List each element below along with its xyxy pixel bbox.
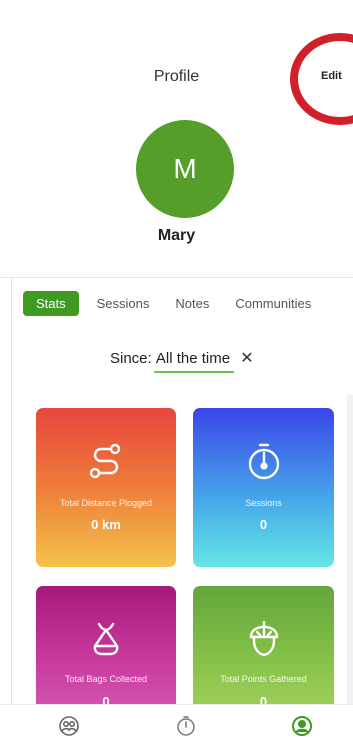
bag-icon <box>93 622 119 656</box>
route-icon <box>89 443 121 479</box>
community-icon[interactable] <box>58 715 80 737</box>
stopwatch-icon <box>248 443 279 480</box>
tab-communities[interactable]: Communities <box>235 296 311 311</box>
time-filter-prefix: Since: <box>110 350 152 367</box>
tab-stats[interactable]: Stats <box>23 290 79 316</box>
avatar: M <box>136 120 234 218</box>
stat-label: Sessions <box>245 498 282 508</box>
avatar-initial: M <box>173 153 197 184</box>
tab-sessions[interactable]: Sessions <box>97 296 150 311</box>
stat-value: 0 km <box>91 517 121 532</box>
stat-label: Total Distance Plogged <box>59 498 153 508</box>
profile-header: Profile Edit M Mary <box>0 0 353 278</box>
stat-card-points[interactable]: Total Points Gathered 0 <box>193 586 334 716</box>
profile-name: Mary <box>157 227 196 244</box>
scroll-track <box>347 395 353 735</box>
time-filter[interactable]: Since: All the time ✕ <box>110 348 254 373</box>
profile-icon[interactable] <box>291 715 313 737</box>
time-filter-value[interactable]: All the time <box>153 350 235 373</box>
profile-tabs: Stats Sessions Notes Communities <box>23 290 337 316</box>
stat-value: 0 <box>259 517 268 532</box>
stat-label: Total Bags Collected <box>64 674 148 684</box>
stat-card-distance[interactable]: Total Distance Plogged 0 km <box>36 408 176 567</box>
bottom-navigation <box>0 704 353 742</box>
stat-card-sessions[interactable]: Sessions 0 <box>193 408 334 567</box>
highlight-circle <box>290 33 353 125</box>
acorn-icon <box>249 620 278 657</box>
divider <box>0 277 353 278</box>
timer-icon[interactable] <box>175 715 197 737</box>
time-filter-value-text: All the time <box>155 350 231 367</box>
stat-card-bags[interactable]: Total Bags Collected 0 <box>36 586 176 716</box>
close-icon[interactable]: ✕ <box>240 348 253 368</box>
tab-notes[interactable]: Notes <box>175 296 209 311</box>
stat-label: Total Points Gathered <box>220 674 307 684</box>
profile-screen: Profile Edit M Mary Stats Sessions Notes… <box>0 0 353 742</box>
time-filter-underline <box>153 371 235 373</box>
